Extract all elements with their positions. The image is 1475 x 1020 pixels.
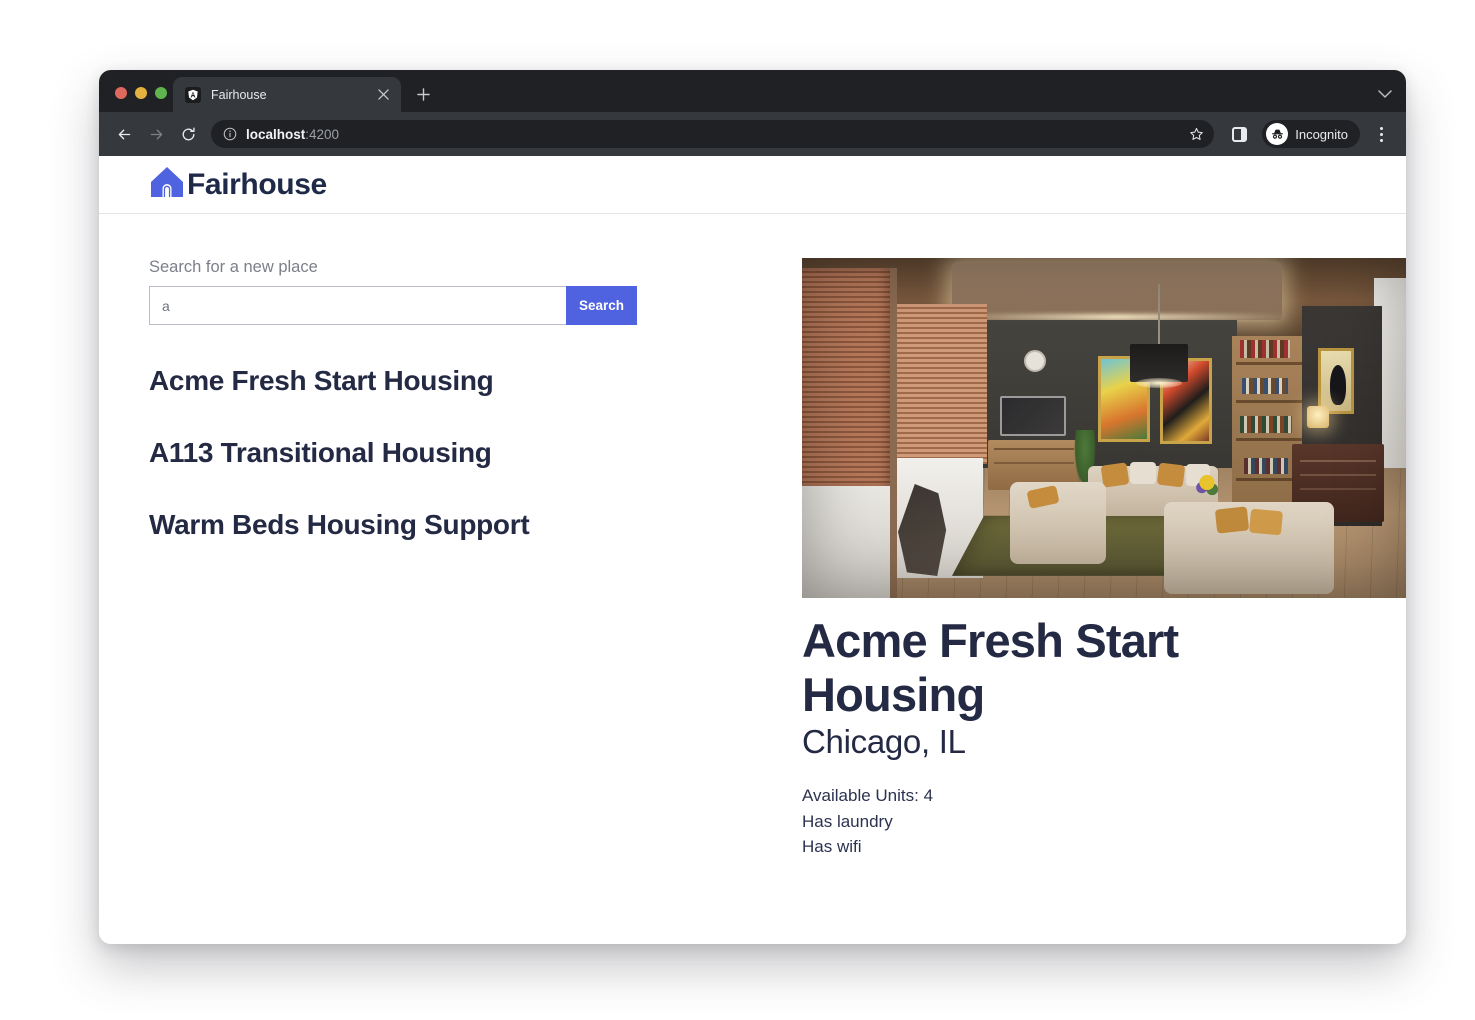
page-content: Search for a new place Search Acme Fresh… [99,214,1406,860]
housing-detail-photo [802,258,1406,598]
browser-tab[interactable]: Fairhouse [173,77,401,112]
housing-detail-city: Chicago, IL [802,723,966,761]
minimize-window-button[interactable] [135,87,147,99]
house-icon [149,165,185,204]
address-bar-url: localhost:4200 [246,127,1180,142]
browser-window: Fairhouse localhost:4200 Incognito Fairh… [99,70,1406,944]
address-bar[interactable]: localhost:4200 [211,120,1215,148]
page-viewport: Fairhouse Search for a new place Search … [99,156,1406,944]
housing-detail-title: Acme Fresh Start Housing [802,614,1179,721]
bookmark-star-icon[interactable] [1189,127,1204,142]
housing-list: Acme Fresh Start Housing A113 Transition… [149,365,754,541]
url-host: localhost [246,126,306,142]
housing-list-item[interactable]: Acme Fresh Start Housing [149,365,754,397]
profile-incognito-button[interactable]: Incognito [1262,120,1360,148]
incognito-hat-icon [1266,123,1289,145]
three-dot-menu-icon[interactable] [1368,119,1394,149]
window-controls [99,87,167,112]
available-units-text: Available Units: 4 [802,786,934,806]
chevron-down-icon[interactable] [1378,86,1392,104]
brand-logo[interactable]: Fairhouse [149,165,327,204]
site-header: Fairhouse [99,156,1406,214]
new-tab-button[interactable] [409,80,437,108]
housing-detail-facts: Available Units: 4 Has laundry Has wifi [802,783,1406,860]
info-circle-icon[interactable] [223,127,237,141]
forward-arrow-icon[interactable] [141,119,171,149]
has-laundry-text: Has laundry [802,811,893,831]
tab-title: Fairhouse [211,87,267,102]
housing-list-item[interactable]: A113 Transitional Housing [149,437,754,469]
housing-list-item[interactable]: Warm Beds Housing Support [149,509,754,541]
search-button[interactable]: Search [566,286,637,325]
angular-shield-icon [185,86,201,103]
browser-toolbar: localhost:4200 Incognito [99,112,1406,156]
search-label: Search for a new place [149,258,318,276]
has-wifi-text: Has wifi [802,837,862,857]
close-window-button[interactable] [115,87,127,99]
tab-strip: Fairhouse [99,70,1406,112]
side-panel-icon[interactable] [1224,119,1254,149]
toolbar-right-cluster: Incognito [1224,119,1394,149]
back-arrow-icon[interactable] [109,119,139,149]
close-icon[interactable] [375,87,391,103]
url-port: :4200 [305,126,340,142]
profile-label: Incognito [1295,126,1348,142]
zoom-window-button[interactable] [155,87,167,99]
search-and-list-column: Search for a new place Search Acme Fresh… [149,258,754,860]
brand-name: Fairhouse [187,167,327,201]
reload-icon[interactable] [173,119,203,149]
housing-detail-column: Acme Fresh Start Housing Chicago, IL Ava… [754,258,1406,860]
search-form: Search [149,286,637,325]
search-input[interactable] [149,286,566,325]
